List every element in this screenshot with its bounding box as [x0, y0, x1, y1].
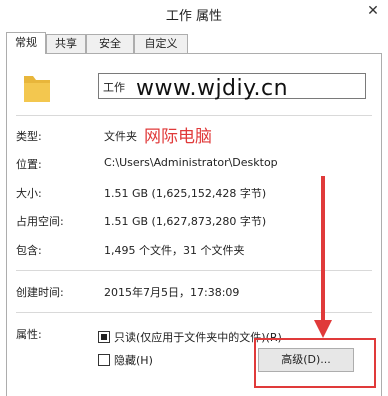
readonly-checkbox[interactable] — [98, 331, 110, 343]
size-label: 大小: — [16, 187, 42, 200]
created-value: 2015年7月5日，17:38:09 — [104, 286, 240, 299]
watermark-site-name: 网际电脑 — [144, 127, 212, 147]
folder-name-value: 工作 — [103, 81, 125, 94]
size-on-disk-label: 占用空间: — [16, 215, 64, 228]
size-on-disk-value: 1.51 GB (1,627,873,280 字节) — [104, 215, 267, 228]
title-bar: 工作 属性 ✕ — [0, 0, 388, 26]
divider — [16, 312, 372, 313]
contains-label: 包含: — [16, 244, 42, 257]
hidden-checkbox[interactable] — [98, 354, 110, 366]
hidden-label: 隐藏(H) — [114, 354, 153, 367]
tab-security[interactable]: 安全 — [86, 34, 134, 54]
type-label: 类型: — [16, 130, 42, 143]
arrow-head — [314, 320, 332, 338]
highlight-box — [254, 338, 376, 388]
divider — [16, 270, 372, 271]
contains-value: 1,495 个文件，31 个文件夹 — [104, 244, 245, 257]
location-value: C:\Users\Administrator\Desktop — [104, 156, 278, 169]
size-value: 1.51 GB (1,625,152,428 字节) — [104, 187, 267, 200]
window-title: 工作 属性 — [165, 9, 223, 24]
close-button[interactable]: ✕ — [358, 0, 388, 22]
tab-general[interactable]: 常规 — [6, 32, 46, 54]
watermark-url: www.wjdiy.cn — [136, 76, 289, 101]
folder-icon — [24, 76, 50, 102]
tab-sharing[interactable]: 共享 — [46, 34, 86, 54]
divider — [16, 115, 372, 116]
attributes-label: 属性: — [16, 328, 42, 341]
created-label: 创建时间: — [16, 286, 64, 299]
location-label: 位置: — [16, 158, 42, 171]
tab-customize[interactable]: 自定义 — [134, 34, 188, 54]
type-value: 文件夹 — [104, 130, 137, 143]
arrow-indicator — [321, 176, 325, 322]
